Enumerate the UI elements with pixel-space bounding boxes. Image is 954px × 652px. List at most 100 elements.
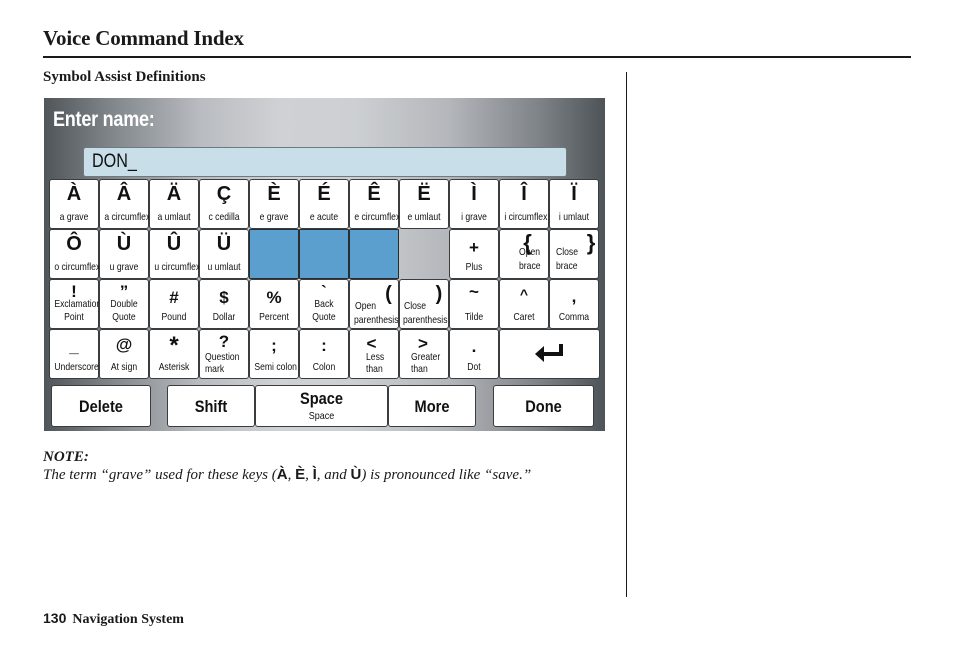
key-open-brace[interactable]: { Open brace — [499, 229, 549, 279]
note-text-part: , — [287, 467, 296, 483]
key-label: Point — [64, 311, 84, 323]
key-plus[interactable]: + Plus — [449, 229, 499, 279]
key-glyph: ( — [385, 283, 392, 305]
key-blank — [299, 229, 349, 279]
key-double-quote[interactable]: ” Double Quote — [99, 279, 149, 329]
key-label: e acute — [309, 211, 339, 223]
key-caret[interactable]: ^ Caret — [499, 279, 549, 329]
enter-key[interactable] — [499, 329, 600, 379]
note-text-part: The term “grave” used for these keys ( — [43, 467, 277, 483]
note-symbol: Ù — [350, 466, 362, 483]
footer-section: Navigation System — [72, 612, 184, 627]
key-glyph: # — [169, 288, 179, 307]
key-o-circumflex[interactable]: Ôo circumflex — [49, 229, 100, 279]
key-close-parenthesis[interactable]: Close ) parenthesis — [399, 279, 449, 329]
key-e-grave[interactable]: Èe grave — [249, 179, 299, 229]
key-label: i circumflex — [504, 211, 548, 223]
key-label: Asterisk — [158, 361, 190, 373]
name-input[interactable]: DON_ — [83, 147, 567, 177]
key-glyph: É — [317, 183, 331, 205]
key-label: mark — [205, 363, 225, 375]
key-colon[interactable]: : Colon — [299, 329, 349, 379]
key-label: Dollar — [212, 311, 236, 323]
more-button[interactable]: More — [388, 385, 476, 427]
key-exclamation[interactable]: ! Exclamation Point — [49, 279, 101, 329]
key-a-umlaut[interactable]: Äa umlaut — [149, 179, 199, 229]
key-percent[interactable]: % Percent — [249, 279, 299, 329]
space-button[interactable]: Space Space — [255, 385, 388, 427]
key-label: Caret — [513, 311, 535, 323]
shift-label: Shift — [194, 397, 228, 416]
key-glyph: Â — [116, 183, 132, 205]
key-e-acute[interactable]: Ée acute — [299, 179, 349, 229]
key-label: than — [411, 363, 428, 375]
key-underscore[interactable]: _ Underscore — [49, 329, 99, 379]
key-e-umlaut[interactable]: Ëe umlaut — [399, 179, 449, 229]
key-label: Open — [355, 300, 377, 312]
screen-title: Enter name: — [53, 108, 155, 131]
key-label: i umlaut — [558, 211, 590, 223]
key-back-quote[interactable]: ` Back Quote — [299, 279, 349, 329]
key-c-cedilla[interactable]: Çc cedilla — [199, 179, 249, 229]
key-i-circumflex[interactable]: Îi circumflex — [499, 179, 549, 229]
key-close-brace[interactable]: Close brace } — [549, 229, 599, 279]
done-button[interactable]: Done — [493, 385, 594, 427]
key-question-mark[interactable]: ? Question mark — [199, 329, 249, 379]
key-label: a circumflex — [104, 211, 151, 223]
key-i-umlaut[interactable]: Ïi umlaut — [549, 179, 599, 229]
key-less-than[interactable]: < Less than — [349, 329, 399, 379]
key-a-circumflex[interactable]: Âa circumflex — [99, 179, 151, 229]
key-greater-than[interactable]: > Greater than — [399, 329, 449, 379]
note-symbol: À — [276, 466, 288, 483]
key-glyph: ; — [271, 336, 277, 355]
key-label: Plus — [465, 261, 483, 273]
key-glyph: Ï — [571, 183, 577, 205]
key-glyph: ) — [435, 283, 443, 305]
key-glyph: Ê — [367, 183, 381, 205]
key-label: e umlaut — [407, 211, 441, 223]
key-comma[interactable]: , Comma — [549, 279, 599, 329]
note-symbol: È — [295, 466, 306, 483]
key-glyph: Ì — [471, 183, 477, 205]
key-semicolon[interactable]: ; Semi colon — [249, 329, 299, 379]
title-rule — [43, 56, 911, 58]
key-a-grave[interactable]: Àa grave — [49, 179, 99, 229]
key-u-circumflex[interactable]: Ûu circumflex — [149, 229, 200, 279]
note-text-part: , and — [316, 467, 351, 483]
note-text-part: ) is pronounced like “save.” — [361, 467, 532, 483]
delete-button[interactable]: Delete — [51, 385, 151, 427]
key-pound[interactable]: # Pound — [149, 279, 199, 329]
key-glyph: $ — [219, 288, 229, 307]
column-divider — [626, 72, 627, 597]
key-glyph: % — [266, 288, 282, 307]
key-dollar[interactable]: $ Dollar — [199, 279, 249, 329]
key-dot[interactable]: . Dot — [449, 329, 499, 379]
key-label: Double — [110, 298, 138, 310]
key-glyph: } — [586, 230, 596, 255]
key-label: c cedilla — [208, 211, 240, 223]
done-label: Done — [525, 397, 562, 416]
name-input-value: DON_ — [92, 151, 137, 172]
key-u-umlaut[interactable]: Üu umlaut — [199, 229, 249, 279]
key-label: Back — [314, 298, 334, 310]
shift-button[interactable]: Shift — [167, 385, 255, 427]
key-label: i grave — [461, 211, 487, 223]
key-glyph: Ä — [166, 183, 182, 205]
key-i-grave[interactable]: Ìi grave — [449, 179, 499, 229]
key-asterisk[interactable]: * Asterisk — [149, 329, 199, 379]
note-label: NOTE: — [43, 449, 89, 465]
key-open-parenthesis[interactable]: Open ( parenthesis — [349, 279, 399, 329]
key-label: Comma — [558, 311, 590, 323]
key-glyph: * — [169, 332, 179, 359]
key-label: a umlaut — [157, 211, 191, 223]
key-e-circumflex[interactable]: Êe circumflex — [349, 179, 400, 229]
key-at-sign[interactable]: @ At sign — [99, 329, 149, 379]
key-label: At sign — [110, 361, 138, 373]
key-glyph: Ç — [216, 183, 232, 205]
key-glyph: + — [469, 238, 479, 257]
key-tilde[interactable]: ~ Tilde — [449, 279, 499, 329]
key-label: Close — [404, 300, 427, 312]
key-glyph: È — [267, 183, 281, 205]
more-label: More — [414, 397, 450, 416]
key-u-grave[interactable]: Ùu grave — [99, 229, 149, 279]
